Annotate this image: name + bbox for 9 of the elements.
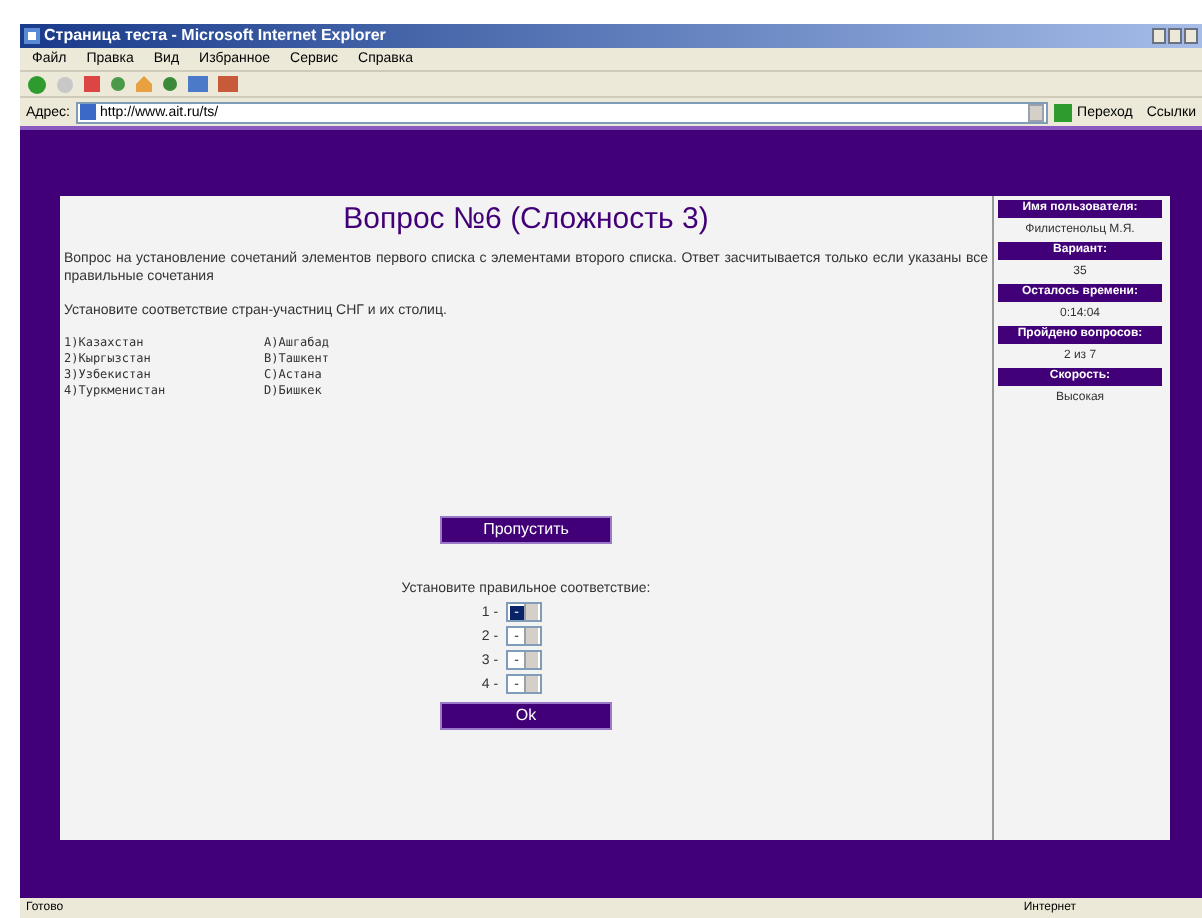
minimize-button[interactable] xyxy=(1152,28,1166,44)
close-button[interactable] xyxy=(1184,28,1198,44)
skip-button[interactable]: Пропустить xyxy=(440,516,612,544)
home-icon[interactable] xyxy=(136,76,152,92)
browser-icon xyxy=(24,28,40,44)
window-title: Страница теста - Microsoft Internet Explorer xyxy=(44,28,386,44)
question-title: Вопрос №6 (Сложность 3) xyxy=(341,200,711,240)
ok-button[interactable]: Ok xyxy=(440,702,612,730)
maximize-button[interactable] xyxy=(1168,28,1182,44)
